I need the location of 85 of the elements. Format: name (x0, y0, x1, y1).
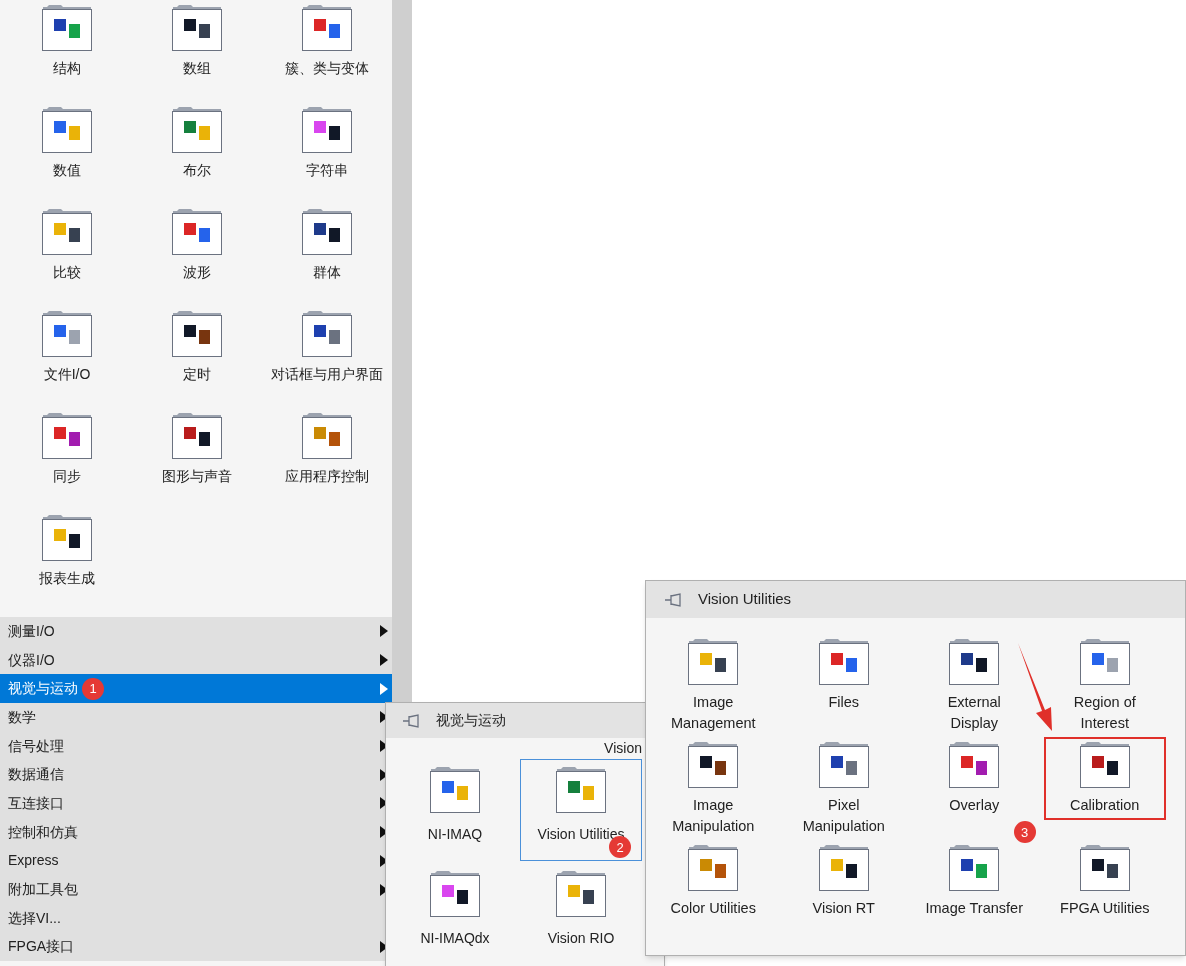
category-label: 控制和仿真 (8, 822, 78, 842)
palette-folder-icon (41, 512, 93, 562)
palette-item[interactable]: Color Utilities (654, 842, 773, 921)
category-label: 信号处理 (8, 736, 64, 756)
palette-item[interactable]: 定时 (132, 308, 262, 410)
category-menu-item[interactable]: 视觉与运动 1 (0, 674, 392, 704)
palette-folder-icon (301, 206, 353, 256)
step-badge: 1 (82, 677, 104, 700)
category-label: 选择VI... (8, 908, 61, 928)
palette-item[interactable]: 簇、类与变体 (262, 2, 392, 104)
palette-item[interactable]: Calibration (1045, 739, 1164, 818)
palette-folder-icon (429, 764, 481, 814)
palette-item[interactable]: 报表生成 (2, 512, 132, 614)
palette-folder-icon (687, 739, 740, 789)
palette-folder-icon (817, 636, 870, 686)
palette-folder-icon (555, 868, 607, 918)
category-menu-item[interactable]: 仪器I/O (0, 645, 392, 675)
palette-folder-icon (1078, 842, 1131, 892)
palette-folder-icon (948, 636, 1001, 686)
palette-folder-icon (41, 410, 93, 460)
palette-folder-icon (817, 739, 870, 789)
palette-item[interactable]: NI-IMAQ (390, 759, 520, 861)
palette-item[interactable]: 布尔 (132, 104, 262, 206)
palette-item[interactable]: 结构 (2, 2, 132, 104)
palette-item[interactable]: 波形 (132, 206, 262, 308)
palette-item[interactable]: Image Management (654, 636, 773, 736)
category-label: 附加工具包 (8, 880, 78, 900)
palette-folder-icon (1078, 739, 1131, 789)
palette-item[interactable]: 对话框与用户界面 (262, 308, 392, 410)
palette-label: Vision (604, 739, 642, 758)
category-label: 数据通信 (8, 765, 64, 785)
palette-folder-icon (171, 308, 223, 358)
palette-folder-icon (301, 104, 353, 154)
palette-item[interactable]: Vision RT (784, 842, 903, 921)
palette-folder-icon (41, 104, 93, 154)
palette-folder-icon (171, 410, 223, 460)
category-label: 仪器I/O (8, 650, 55, 670)
palette-folder-icon (301, 410, 353, 460)
category-label: Express (8, 851, 59, 871)
palette-item[interactable]: 比较 (2, 206, 132, 308)
category-label: 视觉与运动 (8, 679, 78, 699)
palette-item[interactable]: FPGA Utilities (1045, 842, 1164, 921)
palette-folder-icon (301, 308, 353, 358)
palette-item[interactable]: Image Manipulation (654, 739, 773, 839)
palette-folder-icon (687, 636, 740, 686)
palette-item[interactable]: Files (784, 636, 903, 715)
submenu-arrow-icon (380, 625, 388, 638)
palette-folder-icon (555, 764, 607, 814)
submenu-arrow-icon (380, 682, 388, 695)
pin-icon[interactable] (664, 592, 684, 607)
palette-item[interactable]: Image Transfer (915, 842, 1034, 921)
palette-title: Vision Utilities (698, 589, 792, 610)
category-menu-item[interactable]: 测量I/O (0, 617, 392, 646)
category-label: 测量I/O (8, 621, 55, 641)
palette-folder-icon (948, 739, 1001, 789)
palette-item[interactable]: Pixel Manipulation (784, 739, 903, 839)
category-label: 互连接口 (8, 793, 64, 813)
palette-item[interactable]: 同步 (2, 410, 132, 512)
palette-folder-icon (1078, 636, 1131, 686)
palette-item[interactable]: External Display (915, 636, 1034, 736)
pin-icon[interactable] (402, 713, 422, 728)
palette-folder-icon (41, 206, 93, 256)
palette-folder-icon (687, 842, 740, 892)
palette-folder-icon (171, 104, 223, 154)
palette-folder-icon (41, 308, 93, 358)
palette-item[interactable]: Region of Interest (1045, 636, 1164, 736)
palette-item[interactable]: NI-IMAQdx (390, 863, 520, 965)
palette-folder-icon (429, 868, 481, 918)
category-label: FPGA接口 (8, 937, 75, 957)
palette-folder-icon (948, 842, 1001, 892)
palette-item[interactable]: 数值 (2, 104, 132, 206)
palette-title: 视觉与运动 (436, 711, 506, 730)
palette-item[interactable]: Vision RIO (520, 863, 642, 965)
palette-item[interactable]: 图形与声音 (132, 410, 262, 512)
palette-item[interactable]: 数组 (132, 2, 262, 104)
palette-item[interactable]: 应用程序控制 (262, 410, 392, 512)
palette-folder-icon (817, 842, 870, 892)
step-badge: 3 (1013, 821, 1036, 843)
palette-folder-icon (171, 206, 223, 256)
palette-item[interactable]: 群体 (262, 206, 392, 308)
palette-item[interactable]: 字符串 (262, 104, 392, 206)
palette-item[interactable]: 文件I/O (2, 308, 132, 410)
palette-item[interactable]: Overlay (915, 739, 1034, 818)
category-label: 数学 (8, 707, 36, 727)
submenu-arrow-icon (380, 654, 388, 667)
